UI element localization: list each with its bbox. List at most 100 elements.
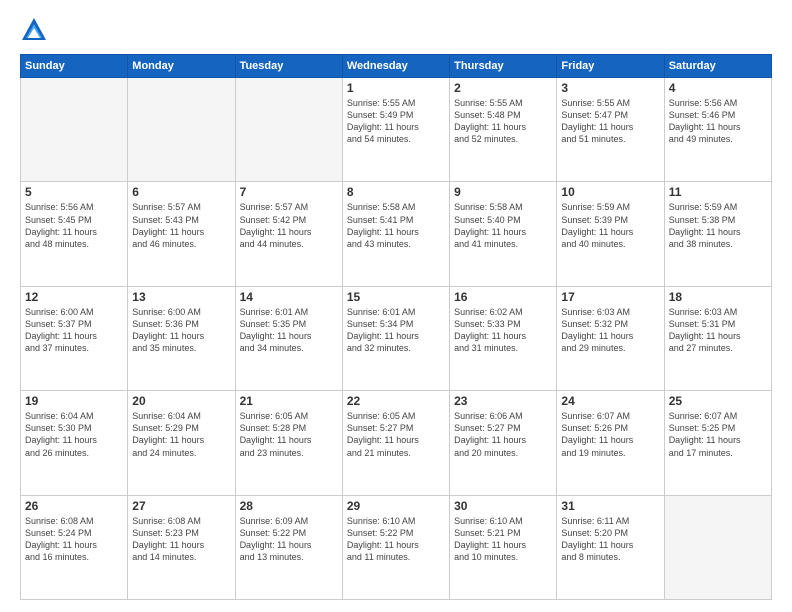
day-number: 4 <box>669 81 767 95</box>
day-number: 10 <box>561 185 659 199</box>
day-info: Sunrise: 5:58 AM Sunset: 5:40 PM Dayligh… <box>454 201 552 250</box>
day-info: Sunrise: 6:09 AM Sunset: 5:22 PM Dayligh… <box>240 515 338 564</box>
calendar-cell: 16Sunrise: 6:02 AM Sunset: 5:33 PM Dayli… <box>450 286 557 390</box>
weekday-header-tuesday: Tuesday <box>235 55 342 78</box>
week-row-2: 12Sunrise: 6:00 AM Sunset: 5:37 PM Dayli… <box>21 286 772 390</box>
day-info: Sunrise: 6:06 AM Sunset: 5:27 PM Dayligh… <box>454 410 552 459</box>
week-row-0: 1 Sunrise: 5:55 AM Sunset: 5:49 PM Daylig… <box>21 78 772 182</box>
day-info: Sunrise: 6:00 AM Sunset: 5:36 PM Dayligh… <box>132 306 230 355</box>
day-number: 3 <box>561 81 659 95</box>
page: SundayMondayTuesdayWednesdayThursdayFrid… <box>0 0 792 612</box>
calendar-cell: 30 Sunrise: 6:10 AM Sunset: 5:21 PM Dayli… <box>450 495 557 599</box>
calendar-cell <box>235 78 342 182</box>
calendar-cell: 18 Sunrise: 6:03 AM Sunset: 5:31 PM Dayli… <box>664 286 771 390</box>
day-number: 11 <box>669 185 767 199</box>
day-number: 2 <box>454 81 552 95</box>
day-number: 13 <box>132 290 230 304</box>
day-info: Sunrise: 5:57 AM Sunset: 5:43 PM Dayligh… <box>132 201 230 250</box>
day-number: 20 <box>132 394 230 408</box>
logo-icon <box>20 16 48 44</box>
day-number: 14 <box>240 290 338 304</box>
calendar-cell: 4 Sunrise: 5:56 AM Sunset: 5:46 PM Daylig… <box>664 78 771 182</box>
day-info: Sunrise: 5:55 AM Sunset: 5:47 PM Dayligh… <box>561 97 659 146</box>
week-row-3: 19 Sunrise: 6:04 AM Sunset: 5:30 PM Dayli… <box>21 391 772 495</box>
day-number: 29 <box>347 499 445 513</box>
day-number: 28 <box>240 499 338 513</box>
day-number: 31 <box>561 499 659 513</box>
weekday-header-wednesday: Wednesday <box>342 55 449 78</box>
day-info: Sunrise: 5:59 AM Sunset: 5:39 PM Dayligh… <box>561 201 659 250</box>
week-row-4: 26Sunrise: 6:08 AM Sunset: 5:24 PM Dayli… <box>21 495 772 599</box>
day-info: Sunrise: 6:05 AM Sunset: 5:27 PM Dayligh… <box>347 410 445 459</box>
day-info: Sunrise: 6:08 AM Sunset: 5:24 PM Dayligh… <box>25 515 123 564</box>
calendar-cell: 24 Sunrise: 6:07 AM Sunset: 5:26 PM Dayli… <box>557 391 664 495</box>
calendar-cell: 2Sunrise: 5:55 AM Sunset: 5:48 PM Daylig… <box>450 78 557 182</box>
day-info: Sunrise: 6:08 AM Sunset: 5:23 PM Dayligh… <box>132 515 230 564</box>
day-info: Sunrise: 6:03 AM Sunset: 5:32 PM Dayligh… <box>561 306 659 355</box>
day-info: Sunrise: 5:56 AM Sunset: 5:46 PM Dayligh… <box>669 97 767 146</box>
day-number: 9 <box>454 185 552 199</box>
day-number: 27 <box>132 499 230 513</box>
calendar-cell: 27 Sunrise: 6:08 AM Sunset: 5:23 PM Dayli… <box>128 495 235 599</box>
weekday-header-monday: Monday <box>128 55 235 78</box>
calendar-cell: 20 Sunrise: 6:04 AM Sunset: 5:29 PM Dayli… <box>128 391 235 495</box>
calendar-cell: 3 Sunrise: 5:55 AM Sunset: 5:47 PM Daylig… <box>557 78 664 182</box>
day-info: Sunrise: 6:01 AM Sunset: 5:34 PM Dayligh… <box>347 306 445 355</box>
day-info: Sunrise: 5:59 AM Sunset: 5:38 PM Dayligh… <box>669 201 767 250</box>
day-number: 30 <box>454 499 552 513</box>
day-info: Sunrise: 6:02 AM Sunset: 5:33 PM Dayligh… <box>454 306 552 355</box>
day-info: Sunrise: 6:05 AM Sunset: 5:28 PM Dayligh… <box>240 410 338 459</box>
day-info: Sunrise: 6:07 AM Sunset: 5:26 PM Dayligh… <box>561 410 659 459</box>
day-number: 25 <box>669 394 767 408</box>
day-number: 18 <box>669 290 767 304</box>
calendar-cell: 21 Sunrise: 6:05 AM Sunset: 5:28 PM Dayli… <box>235 391 342 495</box>
day-info: Sunrise: 6:03 AM Sunset: 5:31 PM Dayligh… <box>669 306 767 355</box>
day-number: 12 <box>25 290 123 304</box>
calendar-cell: 19 Sunrise: 6:04 AM Sunset: 5:30 PM Dayli… <box>21 391 128 495</box>
calendar-cell: 25 Sunrise: 6:07 AM Sunset: 5:25 PM Dayli… <box>664 391 771 495</box>
weekday-header-saturday: Saturday <box>664 55 771 78</box>
day-info: Sunrise: 5:57 AM Sunset: 5:42 PM Dayligh… <box>240 201 338 250</box>
day-info: Sunrise: 6:04 AM Sunset: 5:29 PM Dayligh… <box>132 410 230 459</box>
day-number: 1 <box>347 81 445 95</box>
day-info: Sunrise: 6:10 AM Sunset: 5:22 PM Dayligh… <box>347 515 445 564</box>
day-info: Sunrise: 5:55 AM Sunset: 5:49 PM Dayligh… <box>347 97 445 146</box>
day-info: Sunrise: 5:56 AM Sunset: 5:45 PM Dayligh… <box>25 201 123 250</box>
calendar-cell: 5 Sunrise: 5:56 AM Sunset: 5:45 PM Daylig… <box>21 182 128 286</box>
logo <box>20 16 52 44</box>
day-number: 19 <box>25 394 123 408</box>
calendar-cell: 15Sunrise: 6:01 AM Sunset: 5:34 PM Dayli… <box>342 286 449 390</box>
calendar-cell: 13 Sunrise: 6:00 AM Sunset: 5:36 PM Dayli… <box>128 286 235 390</box>
calendar-cell: 6 Sunrise: 5:57 AM Sunset: 5:43 PM Daylig… <box>128 182 235 286</box>
day-number: 5 <box>25 185 123 199</box>
day-number: 17 <box>561 290 659 304</box>
calendar-cell: 11 Sunrise: 5:59 AM Sunset: 5:38 PM Dayli… <box>664 182 771 286</box>
day-number: 22 <box>347 394 445 408</box>
calendar-cell: 28 Sunrise: 6:09 AM Sunset: 5:22 PM Dayli… <box>235 495 342 599</box>
day-number: 23 <box>454 394 552 408</box>
calendar-cell <box>664 495 771 599</box>
calendar-cell: 23 Sunrise: 6:06 AM Sunset: 5:27 PM Dayli… <box>450 391 557 495</box>
day-info: Sunrise: 6:07 AM Sunset: 5:25 PM Dayligh… <box>669 410 767 459</box>
day-number: 6 <box>132 185 230 199</box>
weekday-header-row: SundayMondayTuesdayWednesdayThursdayFrid… <box>21 55 772 78</box>
day-number: 24 <box>561 394 659 408</box>
day-info: Sunrise: 6:10 AM Sunset: 5:21 PM Dayligh… <box>454 515 552 564</box>
calendar-cell: 31 Sunrise: 6:11 AM Sunset: 5:20 PM Dayli… <box>557 495 664 599</box>
calendar-cell: 17 Sunrise: 6:03 AM Sunset: 5:32 PM Dayli… <box>557 286 664 390</box>
calendar-cell: 29 Sunrise: 6:10 AM Sunset: 5:22 PM Dayli… <box>342 495 449 599</box>
calendar-cell: 10 Sunrise: 5:59 AM Sunset: 5:39 PM Dayli… <box>557 182 664 286</box>
day-info: Sunrise: 6:01 AM Sunset: 5:35 PM Dayligh… <box>240 306 338 355</box>
day-info: Sunrise: 5:58 AM Sunset: 5:41 PM Dayligh… <box>347 201 445 250</box>
day-info: Sunrise: 6:11 AM Sunset: 5:20 PM Dayligh… <box>561 515 659 564</box>
day-info: Sunrise: 6:04 AM Sunset: 5:30 PM Dayligh… <box>25 410 123 459</box>
weekday-header-sunday: Sunday <box>21 55 128 78</box>
calendar-cell: 12Sunrise: 6:00 AM Sunset: 5:37 PM Dayli… <box>21 286 128 390</box>
calendar-cell: 26Sunrise: 6:08 AM Sunset: 5:24 PM Dayli… <box>21 495 128 599</box>
calendar-cell: 9 Sunrise: 5:58 AM Sunset: 5:40 PM Daylig… <box>450 182 557 286</box>
day-number: 21 <box>240 394 338 408</box>
day-number: 8 <box>347 185 445 199</box>
calendar-cell: 7Sunrise: 5:57 AM Sunset: 5:42 PM Daylig… <box>235 182 342 286</box>
calendar-cell: 1 Sunrise: 5:55 AM Sunset: 5:49 PM Daylig… <box>342 78 449 182</box>
week-row-1: 5 Sunrise: 5:56 AM Sunset: 5:45 PM Daylig… <box>21 182 772 286</box>
